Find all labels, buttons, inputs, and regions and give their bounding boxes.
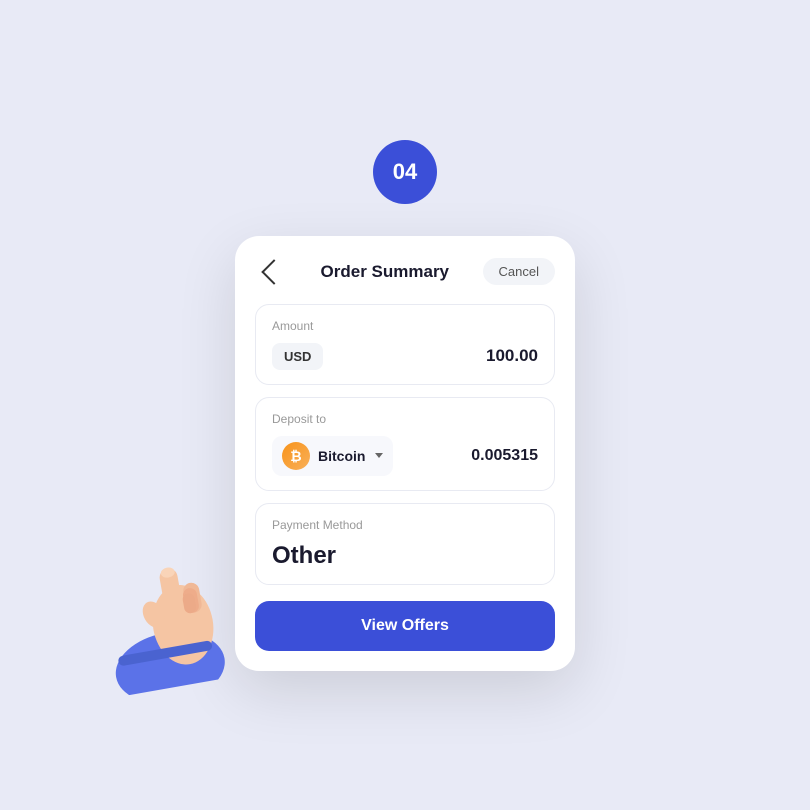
- order-summary-card: Order Summary Cancel Amount USD 100.00 D…: [235, 236, 575, 671]
- amount-value: 100.00: [486, 346, 538, 366]
- back-arrow-icon: [261, 259, 286, 284]
- deposit-label: Deposit to: [272, 412, 538, 426]
- crypto-name: Bitcoin: [318, 448, 365, 464]
- cancel-button[interactable]: Cancel: [483, 258, 555, 285]
- payment-method-field-box: Payment Method Other: [255, 503, 555, 585]
- card-header: Order Summary Cancel: [235, 236, 575, 304]
- deposit-row: ₿ Bitcoin 0.005315: [272, 436, 538, 476]
- amount-field-box: Amount USD 100.00: [255, 304, 555, 385]
- hand-illustration: [87, 512, 273, 702]
- amount-label: Amount: [272, 319, 538, 333]
- currency-badge: USD: [272, 343, 323, 370]
- back-button[interactable]: [255, 256, 287, 288]
- deposit-field-box: Deposit to ₿ Bitcoin 0.005315: [255, 397, 555, 491]
- bitcoin-icon: ₿: [282, 442, 310, 470]
- scene: 04 Order Summary Cancel Amount USD 100.0…: [0, 0, 810, 810]
- crypto-amount: 0.005315: [471, 447, 538, 465]
- amount-row: USD 100.00: [272, 343, 538, 370]
- card-body: Amount USD 100.00 Deposit to ₿ Bitcoin 0…: [235, 304, 575, 671]
- payment-method-value: Other: [272, 542, 538, 570]
- crypto-selector[interactable]: ₿ Bitcoin: [272, 436, 393, 476]
- card-title: Order Summary: [321, 262, 450, 282]
- payment-method-label: Payment Method: [272, 518, 538, 532]
- step-badge: 04: [373, 140, 437, 204]
- view-offers-button[interactable]: View Offers: [255, 601, 555, 651]
- chevron-down-icon: [375, 453, 383, 458]
- step-number: 04: [393, 159, 417, 185]
